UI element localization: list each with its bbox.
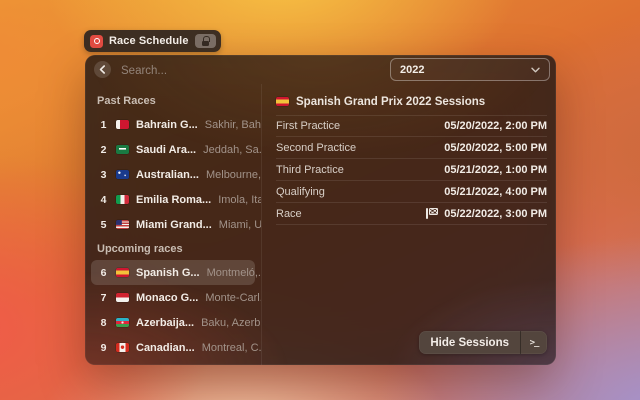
race-number: 2 — [97, 144, 110, 156]
session-row: Second Practice 05/20/2022, 5:00 PM — [276, 137, 547, 159]
session-time: 05/20/2022, 5:00 PM — [444, 142, 547, 154]
race-location: Montmeló,... — [207, 267, 262, 279]
footer-button-group: Hide Sessions >_ — [419, 331, 547, 354]
race-number: 7 — [97, 292, 110, 304]
race-list: Past Races 1 Bahrain G... Sakhir, Bahr... 2 S… — [85, 84, 262, 365]
session-time: 05/22/2022, 3:00 PM — [425, 208, 547, 220]
race-location: Imola, Italy — [218, 194, 262, 206]
race-row[interactable]: 2Saudi Ara...Jeddah, Sa... — [91, 137, 255, 162]
topbar: Search... 2022 — [85, 55, 556, 84]
race-number: 1 — [97, 119, 110, 131]
record-icon — [90, 35, 103, 48]
session-row: First Practice 05/20/2022, 2:00 PM — [276, 115, 547, 137]
checkered-flag-icon — [425, 208, 439, 219]
race-location: Miami, USA — [219, 219, 262, 231]
race-name: Australian... — [136, 169, 199, 181]
country-flag-spain — [116, 268, 129, 277]
sessions-header: Spanish Grand Prix 2022 Sessions — [276, 91, 547, 112]
race-number: 9 — [97, 342, 110, 354]
race-row[interactable]: 9Canadian...Montreal, C... — [91, 335, 255, 360]
lock-icon[interactable] — [195, 34, 216, 48]
race-name: Miami Grand... — [136, 219, 212, 231]
year-dropdown[interactable]: 2022 — [390, 58, 550, 81]
race-name: Emilia Roma... — [136, 194, 211, 206]
race-name: Bahrain G... — [136, 119, 198, 131]
session-row: Qualifying 05/21/2022, 4:00 PM — [276, 181, 547, 203]
app-tab-title: Race Schedule — [109, 35, 189, 47]
session-label: Race — [276, 208, 302, 220]
hide-sessions-button[interactable]: Hide Sessions — [419, 331, 520, 354]
race-location: Sakhir, Bahr... — [205, 119, 262, 131]
terminal-button[interactable]: >_ — [520, 331, 547, 354]
race-name: Saudi Ara... — [136, 144, 196, 156]
race-schedule-window: Search... 2022 Past Races 1 Bahrain G... Sa… — [85, 55, 556, 365]
country-flag-spain — [276, 97, 289, 106]
race-location: Baku, Azerb... — [201, 317, 262, 329]
country-flag-canada — [116, 343, 129, 352]
country-flag-azerbaijan — [116, 318, 129, 327]
race-name: Monaco G... — [136, 292, 198, 304]
race-row[interactable]: 1Bahrain G...Sakhir, Bahr... — [91, 112, 255, 137]
chevron-down-icon — [531, 67, 540, 73]
race-location: Melbourne,... — [206, 169, 262, 181]
session-label: Third Practice — [276, 164, 344, 176]
country-flag-italy — [116, 195, 129, 204]
session-label: Qualifying — [276, 186, 325, 198]
race-location: Monte-Carl... — [205, 292, 262, 304]
country-flag-saudi-arabia — [116, 145, 129, 154]
race-name: Azerbaija... — [136, 317, 194, 329]
sessions-panel: Spanish Grand Prix 2022 Sessions First P… — [262, 84, 556, 365]
session-row: Third Practice 05/21/2022, 1:00 PM — [276, 159, 547, 181]
race-number: 3 — [97, 169, 110, 181]
race-location: Jeddah, Sa... — [203, 144, 262, 156]
chevron-left-icon — [99, 65, 106, 74]
race-name: Canadian... — [136, 342, 195, 354]
race-number: 5 — [97, 219, 110, 231]
session-list: First Practice 05/20/2022, 2:00 PM Second … — [276, 115, 547, 225]
race-row[interactable]: 7Monaco G...Monte-Carl... — [91, 285, 255, 310]
session-label: Second Practice — [276, 142, 356, 154]
year-dropdown-value: 2022 — [400, 64, 531, 76]
race-number: 6 — [97, 267, 110, 279]
race-location: Montreal, C... — [202, 342, 262, 354]
section-label: Upcoming races — [85, 237, 261, 260]
session-label: First Practice — [276, 120, 340, 132]
race-row[interactable]: 6Spanish G...Montmeló,... — [91, 260, 255, 285]
section-label: Past Races — [85, 89, 261, 112]
race-row[interactable]: 8Azerbaija...Baku, Azerb... — [91, 310, 255, 335]
search-placeholder: Search... — [121, 65, 167, 77]
sessions-title: Spanish Grand Prix 2022 Sessions — [296, 96, 485, 108]
country-flag-bahrain — [116, 120, 129, 129]
race-row[interactable]: 3Australian...Melbourne,... — [91, 162, 255, 187]
session-time: 05/20/2022, 2:00 PM — [444, 120, 547, 132]
session-time: 05/21/2022, 4:00 PM — [444, 186, 547, 198]
terminal-prompt-icon: >_ — [530, 338, 539, 348]
session-time: 05/21/2022, 1:00 PM — [444, 164, 547, 176]
country-flag-usa — [116, 220, 129, 229]
back-button[interactable] — [94, 61, 111, 78]
race-number: 8 — [97, 317, 110, 329]
country-flag-australia — [116, 170, 129, 179]
race-row[interactable]: 5Miami Grand...Miami, USA — [91, 212, 255, 237]
country-flag-monaco — [116, 293, 129, 302]
race-number: 4 — [97, 194, 110, 206]
app-tab[interactable]: Race Schedule — [84, 30, 221, 52]
race-row[interactable]: 4Emilia Roma...Imola, Italy — [91, 187, 255, 212]
race-name: Spanish G... — [136, 267, 200, 279]
session-row: Race 05/22/2022, 3:00 PM — [276, 203, 547, 225]
